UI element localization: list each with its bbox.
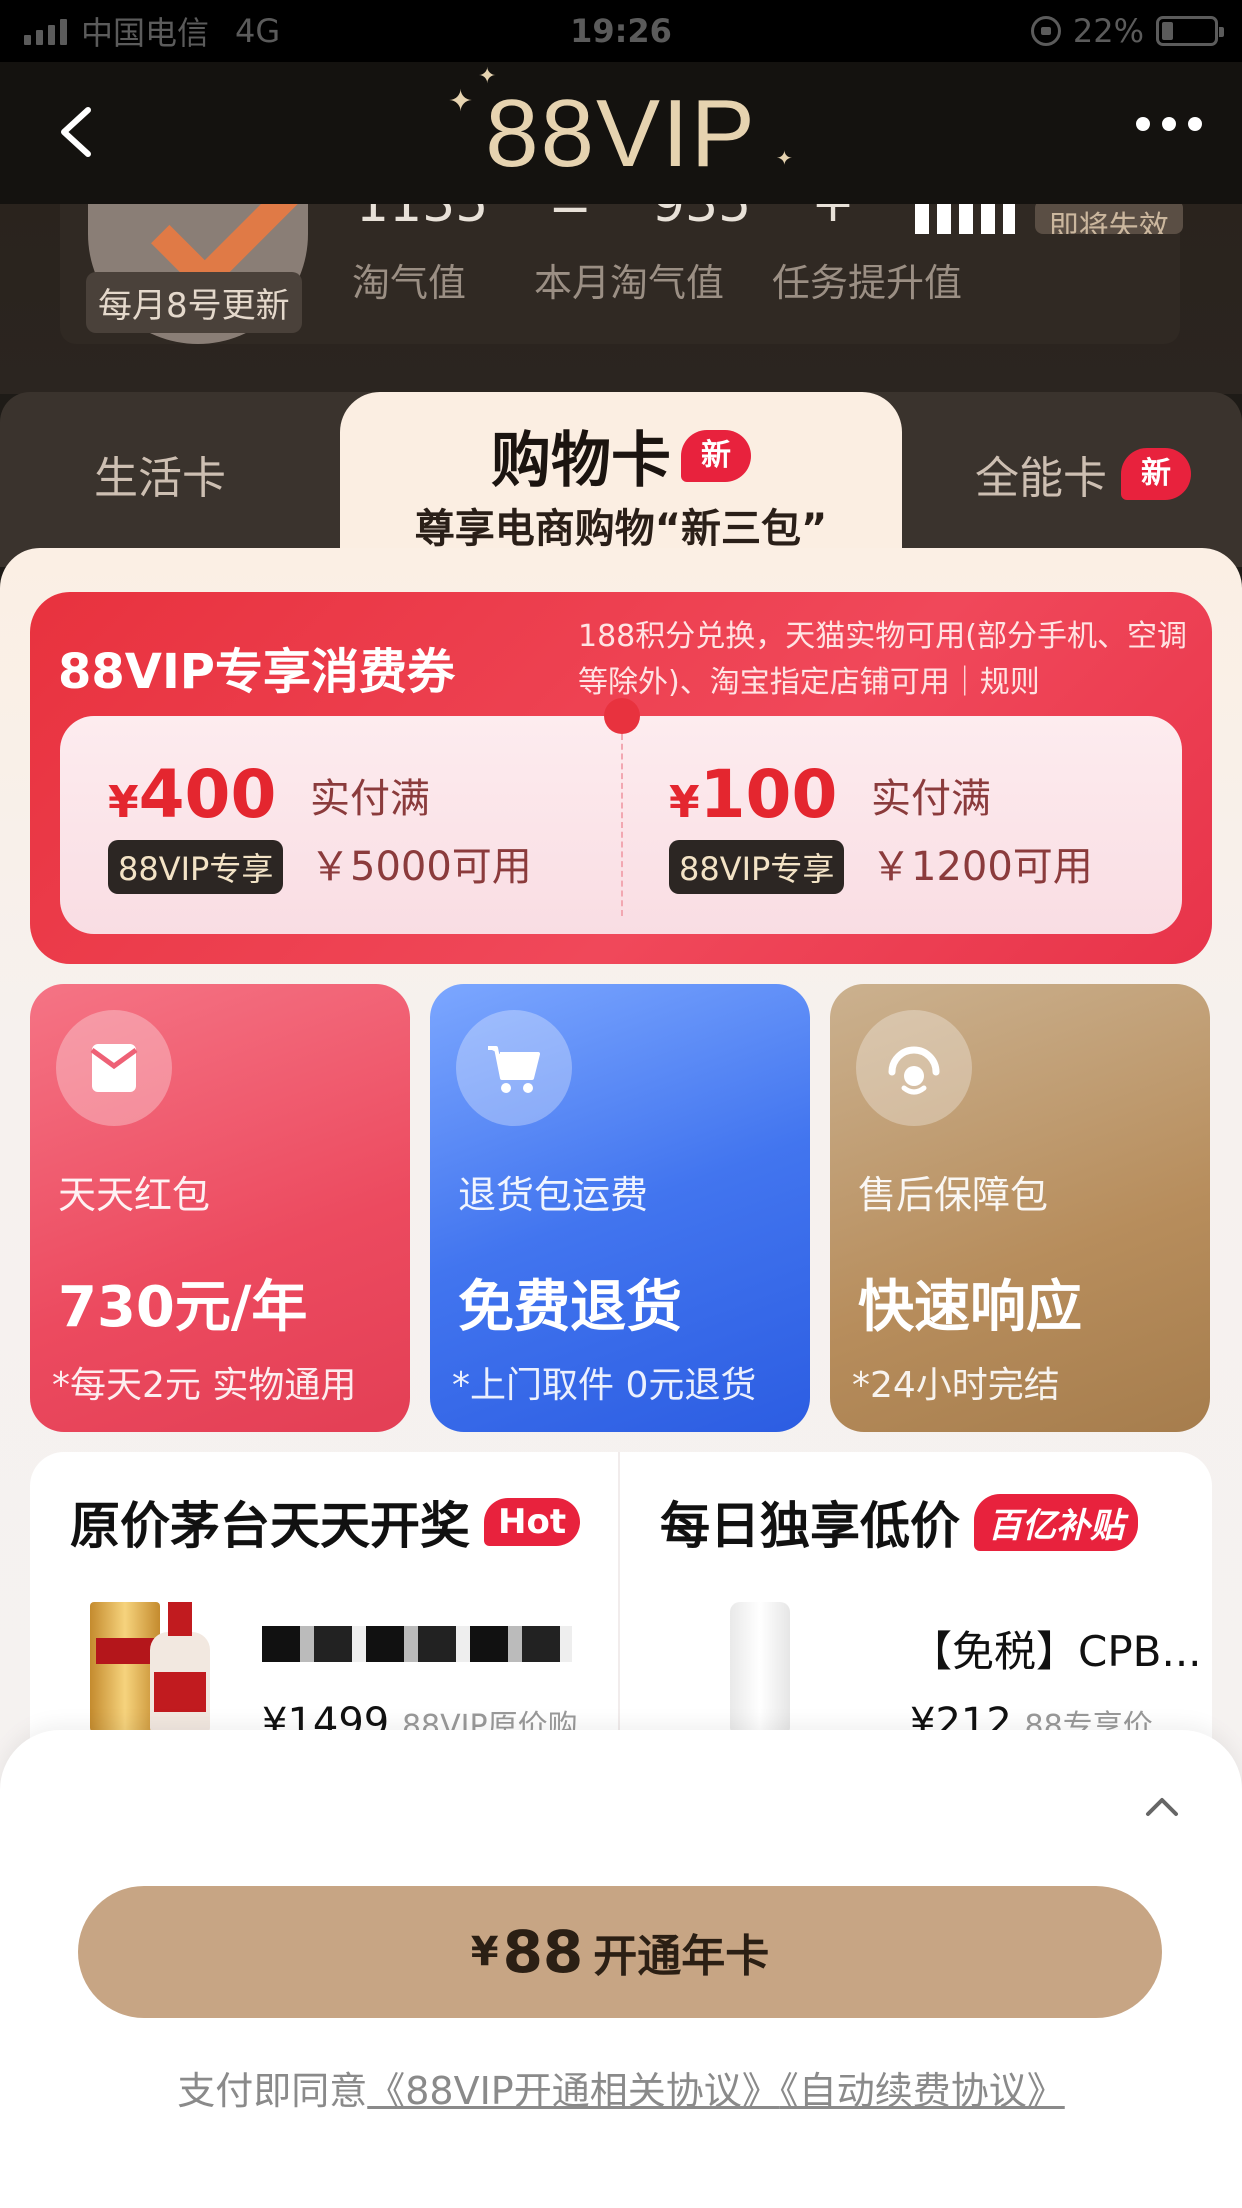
moutai-product-image [80,1602,220,1732]
currency-symbol: ¥ [669,777,700,828]
collapse-button[interactable] [1132,1780,1192,1830]
section-title-text: 每日独享低价 [660,1497,960,1555]
service-headset-icon [856,1010,972,1126]
subsidy-badge: 百亿补贴 [974,1493,1138,1551]
coupon-rules-link[interactable]: 188积分兑换，天猫实物可用(部分手机、空调等除外)、淘宝指定店铺可用｜规则 [578,614,1198,706]
coupon-threshold: ￥1200可用 [871,844,1093,890]
coupon-condition: 实付满 [871,776,991,822]
product-name-redacted [262,1626,572,1662]
service-value: 快速响应 [858,1275,1082,1340]
price-value: 88 [502,1918,584,1986]
card-tabs: 生活卡 购物卡 新 尊享电商购物“新三包” 全能卡 新 [0,392,1242,567]
coupon-amount: ¥100 [669,756,837,833]
hot-badge: Hot [484,1498,581,1546]
update-badge: 每月8号更新 [86,272,302,333]
member-header: 每月8号更新 1135 = 935 + 即将失效 淘气值 本月淘气值 任务提升值 [0,164,1242,394]
section-title: 原价茅台天天开奖 Hot [70,1486,581,1558]
currency-symbol: ¥ [470,1929,499,1975]
more-dot-icon [1136,117,1150,131]
currency-symbol: ¥ [108,777,139,828]
coupon-title: 88VIP专享消费券 [58,644,455,700]
network-type: 4G [235,12,281,50]
purchase-sheet: ¥ 88 开通年卡 支付即同意《88VIP开通相关协议》《自动续费协议》 [0,1730,1242,2208]
service-name: 天天红包 [58,1173,211,1217]
new-badge: 新 [681,429,751,482]
back-button[interactable] [50,102,110,162]
coupon-condition: 实付满 [310,776,430,822]
coupon-value: 400 [138,756,277,833]
service-card-red-packet[interactable]: 天天红包 730元/年 *每天2元 实物通用 [30,984,410,1432]
service-value: 730元/年 [58,1275,308,1340]
product-name: 【免税】CPB... [910,1627,1202,1676]
service-note: *每天2元 实物通用 [52,1365,357,1406]
section-title: 每日独享低价 百亿补贴 [660,1486,1138,1558]
vip-exclusive-tag: 88VIP专享 [108,840,284,894]
cpb-product-image [730,1602,790,1732]
new-badge: 新 [1121,448,1191,500]
vip-exclusive-tag: 88VIP专享 [669,840,845,894]
coupon-item-100[interactable]: ¥100 88VIP专享 实付满 ￥1200可用 [621,716,1181,934]
tab-life-card[interactable]: 生活卡 [94,442,226,506]
coupon-amount: ¥400 [108,756,276,833]
service-card-aftersales[interactable]: 售后保障包 快速响应 *24小时完结 [830,984,1210,1432]
auto-renew-agreement-link[interactable]: 《自动续费协议》 [780,2069,1065,2113]
status-bar: 中国电信 4G 19:26 22% [0,0,1242,62]
section-title-text: 原价茅台天天开奖 [70,1497,470,1555]
coupon-list: ¥400 88VIP专享 实付满 ￥5000可用 ¥100 88VIP专享 实付… [60,698,1182,934]
signal-icon [24,17,67,45]
service-note: *24小时完结 [852,1365,1060,1406]
red-packet-icon [56,1010,172,1126]
service-card-return-shipping[interactable]: 退货包运费 免费退货 *上门取件 0元退货 [430,984,810,1432]
task-value-hidden [914,204,1015,234]
button-label: 开通年卡 [593,1931,770,1982]
chevron-up-icon [1146,1798,1178,1816]
orientation-lock-icon [1030,16,1061,46]
more-button[interactable] [1136,117,1202,131]
open-annual-card-button[interactable]: ¥ 88 开通年卡 [78,1886,1162,2018]
battery-icon [1156,16,1224,46]
cart-icon [456,1010,572,1126]
coupon-value: 100 [699,756,838,833]
tab-all-label: 全能卡 [975,453,1107,504]
coupon-threshold: ￥5000可用 [310,844,532,890]
carrier-name: 中国电信 [81,14,210,52]
stat-label: 淘气值 [352,261,467,305]
agreement-prefix: 支付即同意 [177,2069,368,2113]
nav-bar: ✦ ✦ 88VIP ✦ [0,62,1242,204]
more-dot-icon [1188,117,1202,131]
more-dot-icon [1162,117,1176,131]
tab-shopping-card[interactable]: 购物卡 新 尊享电商购物“新三包” [340,392,902,567]
service-name: 售后保障包 [858,1173,1049,1217]
vip-agreement-link[interactable]: 《88VIP开通相关协议》 [367,2069,779,2113]
coupon-item-400[interactable]: ¥400 88VIP专享 实付满 ￥5000可用 [60,716,620,934]
expiring-badge: 即将失效 [1034,200,1183,234]
service-name: 退货包运费 [458,1173,649,1217]
tab-all-card[interactable]: 全能卡 新 [975,442,1191,506]
stat-label: 本月淘气值 [534,261,725,305]
page-title: 88VIP [485,80,757,187]
coupon-panel: 88VIP专享消费券 188积分兑换，天猫实物可用(部分手机、空调等除外)、淘宝… [30,592,1212,964]
tab-shopping-label: 购物卡 [491,426,671,496]
service-note: *上门取件 0元退货 [452,1365,757,1406]
tab-shopping-subtitle: 尊享电商购物“新三包” [414,506,828,552]
stat-labels: 淘气值 本月淘气值 任务提升值 [352,252,962,307]
sparkle-icon: ✦ [776,146,793,170]
clock: 19:26 [570,12,672,50]
agreement-text: 支付即同意《88VIP开通相关协议》《自动续费协议》 [0,2060,1242,2115]
service-value: 免费退货 [458,1275,682,1340]
stat-label: 任务提升值 [772,261,963,305]
tab-shopping-title: 购物卡 新 [340,412,902,499]
battery-percent: 22% [1072,12,1144,50]
chevron-left-icon [61,107,91,157]
sparkle-icon: ✦ [448,84,474,119]
